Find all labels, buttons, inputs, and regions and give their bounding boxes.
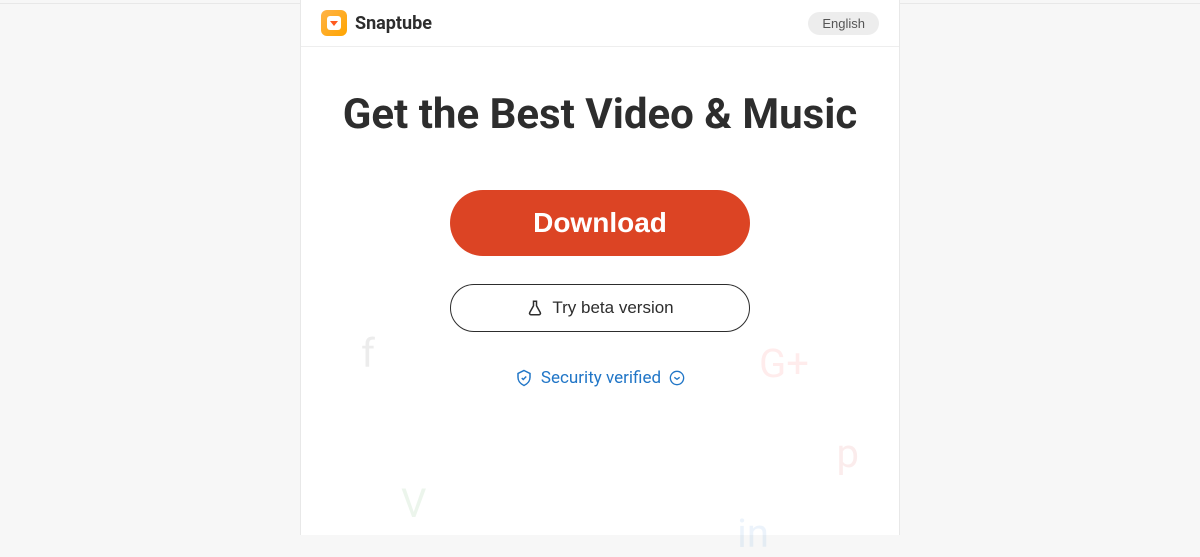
page-title: Get the Best Video & Music [301,89,899,142]
linkedin-icon: in [737,510,769,557]
flask-icon [526,299,544,317]
snaptube-logo-icon [321,10,347,36]
page-container: Snaptube English f V G+ p in Get the Bes… [300,0,900,535]
header: Snaptube English [301,0,899,47]
pinterest-icon: p [837,430,859,477]
language-label: English [822,16,865,31]
download-arrow-icon [330,21,338,26]
beta-version-button[interactable]: Try beta version [450,284,750,332]
chevron-down-circle-icon [669,370,685,386]
shield-check-icon [515,369,533,387]
brand[interactable]: Snaptube [321,10,432,36]
security-label: Security verified [541,368,661,388]
vine-icon: V [401,480,426,527]
brand-name: Snaptube [355,13,432,34]
download-label: Download [533,207,667,239]
hero-section: Get the Best Video & Music Download Try … [301,47,899,391]
beta-label: Try beta version [552,298,673,318]
language-selector[interactable]: English [808,12,879,35]
security-verified-link[interactable]: Security verified [515,368,685,388]
download-button[interactable]: Download [450,190,750,256]
logo-inner [327,16,341,30]
